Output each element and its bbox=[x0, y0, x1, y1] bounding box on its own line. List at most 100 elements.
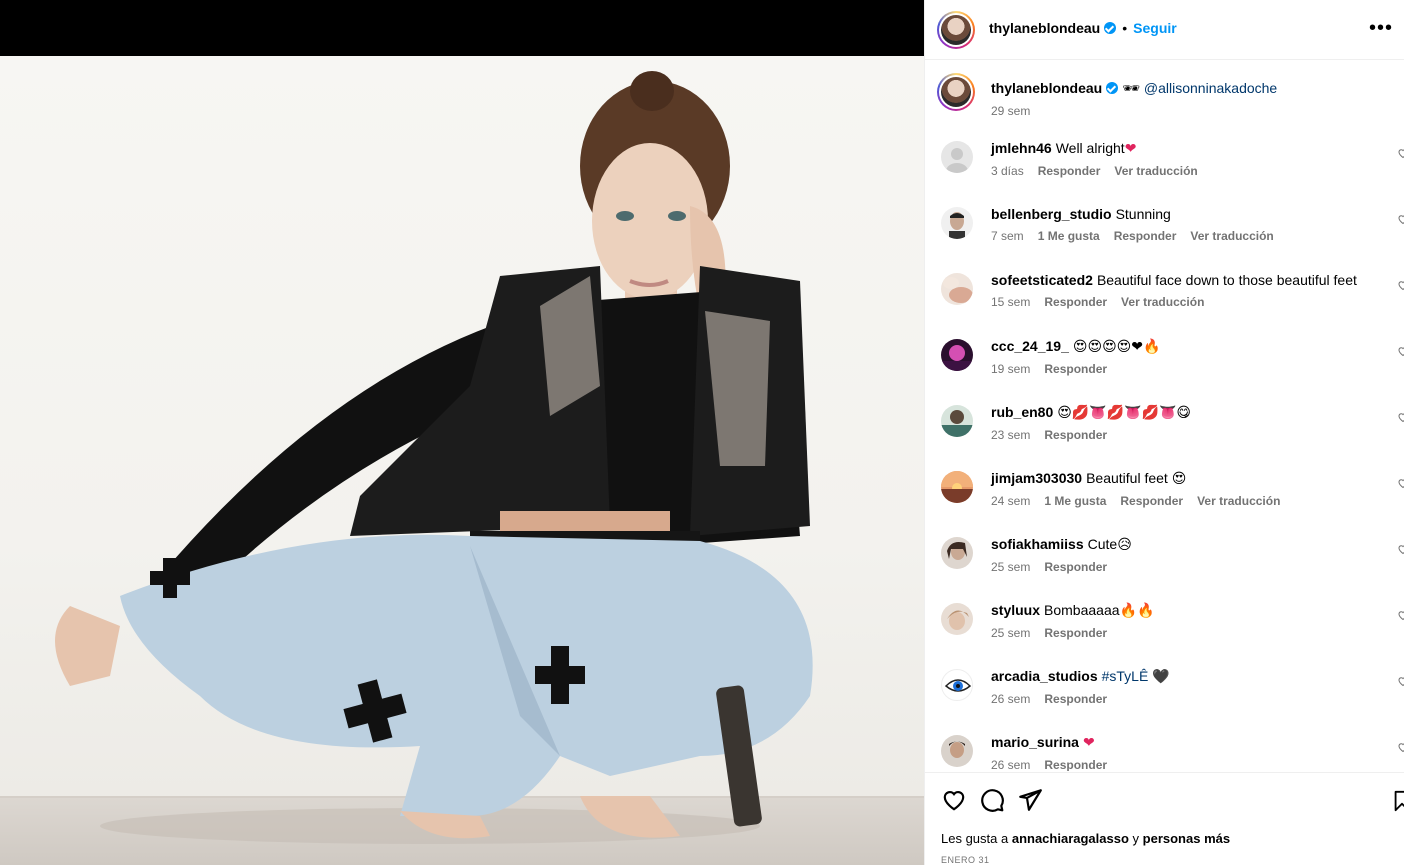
likes-user[interactable]: annachiaragalasso bbox=[1012, 831, 1129, 846]
comment-like-icon[interactable] bbox=[1397, 741, 1404, 753]
comment-emoji: 😥 bbox=[1117, 537, 1132, 553]
comment-emoji: ❤ bbox=[1124, 141, 1137, 157]
comment-username[interactable]: jimjam303030 bbox=[991, 470, 1082, 486]
comment-hashtag[interactable]: #sTyLÊ bbox=[1102, 668, 1149, 684]
caption-avatar[interactable] bbox=[937, 73, 975, 111]
comment-time[interactable]: 25 sem bbox=[991, 626, 1030, 640]
verified-badge-icon bbox=[1106, 82, 1119, 94]
comment-like-icon[interactable] bbox=[1397, 411, 1404, 423]
author-avatar[interactable] bbox=[937, 11, 975, 49]
reply-button[interactable]: Responder bbox=[1044, 560, 1107, 574]
post-photo[interactable] bbox=[0, 56, 924, 865]
comment-avatar[interactable] bbox=[941, 141, 973, 173]
separator-dot: • bbox=[1122, 20, 1128, 36]
comment-row: mario_surina ❤ 26 sem Responder bbox=[939, 733, 1404, 771]
comment-time[interactable]: 19 sem bbox=[991, 362, 1030, 376]
caption-time[interactable]: 29 sem bbox=[991, 104, 1030, 118]
comment-row: jmlehn46 Well alright❤ 3 días Responder Ver… bbox=[939, 139, 1404, 205]
comment-username[interactable]: bellenberg_studio bbox=[991, 206, 1112, 222]
save-bookmark-icon[interactable] bbox=[1391, 789, 1404, 813]
post-actions-footer: Les gusta a annachiaragalasso y personas… bbox=[925, 772, 1404, 865]
likes-summary: Les gusta a annachiaragalasso y personas… bbox=[941, 831, 1230, 846]
comment-emoji: 😍💋👅💋👅💋👅😋 bbox=[1057, 405, 1192, 421]
comment-row: arcadia_studios #sTyLÊ 🖤 26 sem Responder bbox=[939, 667, 1404, 733]
comment-avatar[interactable] bbox=[941, 603, 973, 635]
author-username[interactable]: thylaneblondeau bbox=[989, 20, 1100, 36]
post-date[interactable]: ENERO 31 bbox=[941, 855, 990, 865]
comment-avatar[interactable] bbox=[941, 207, 973, 239]
comment-emoji: ❤ bbox=[1082, 735, 1095, 751]
comment-like-icon[interactable] bbox=[1397, 345, 1404, 357]
reply-button[interactable]: Responder bbox=[1044, 626, 1107, 640]
comment-row: bellenberg_studio Stunning 7 sem 1 Me gust… bbox=[939, 205, 1404, 271]
comment-row: sofeetsticated2 Beautiful face down to th… bbox=[939, 271, 1404, 337]
comment-bubble-icon[interactable] bbox=[979, 787, 1005, 813]
comment-likes-count[interactable]: 1 Me gusta bbox=[1038, 229, 1100, 243]
translate-button[interactable]: Ver traducción bbox=[1190, 229, 1273, 243]
share-send-icon[interactable] bbox=[1017, 787, 1043, 813]
verified-badge-icon bbox=[1104, 22, 1117, 34]
comment-emoji: 🔥🔥 bbox=[1119, 603, 1155, 619]
comment-like-icon[interactable] bbox=[1397, 675, 1404, 687]
comment-time[interactable]: 24 sem bbox=[991, 494, 1030, 508]
comment-time[interactable]: 23 sem bbox=[991, 428, 1030, 442]
comment-time[interactable]: 3 días bbox=[991, 164, 1024, 178]
comment-like-icon[interactable] bbox=[1397, 543, 1404, 555]
comment-avatar[interactable] bbox=[941, 537, 973, 569]
action-bar bbox=[941, 787, 1055, 813]
like-heart-icon[interactable] bbox=[941, 787, 967, 813]
author-line: thylaneblondeau • Seguir bbox=[989, 20, 1177, 38]
comment-time[interactable]: 26 sem bbox=[991, 692, 1030, 706]
model-figure bbox=[55, 71, 813, 844]
more-options-icon[interactable]: ••• bbox=[1369, 18, 1393, 38]
comment-like-icon[interactable] bbox=[1397, 147, 1404, 159]
translate-button[interactable]: Ver traducción bbox=[1114, 164, 1197, 178]
caption-mention[interactable]: @allisonninakadoche bbox=[1144, 80, 1277, 96]
comment-username[interactable]: ccc_24_19_ bbox=[991, 338, 1069, 354]
translate-button[interactable]: Ver traducción bbox=[1197, 494, 1280, 508]
comment-avatar[interactable] bbox=[941, 669, 973, 701]
comment-username[interactable]: sofeetsticated2 bbox=[991, 272, 1093, 288]
likes-others[interactable]: personas más bbox=[1143, 831, 1230, 846]
reply-button[interactable]: Responder bbox=[1114, 229, 1177, 243]
reply-button[interactable]: Responder bbox=[1120, 494, 1183, 508]
reply-button[interactable]: Responder bbox=[1044, 295, 1107, 309]
sunglasses-emoji: 🕶 bbox=[1122, 81, 1141, 97]
comment-username[interactable]: sofiakhamiiss bbox=[991, 536, 1084, 552]
comment-avatar[interactable] bbox=[941, 273, 973, 305]
comment-time[interactable]: 7 sem bbox=[991, 229, 1024, 243]
comment-like-icon[interactable] bbox=[1397, 477, 1404, 489]
reply-button[interactable]: Responder bbox=[1044, 758, 1107, 771]
comment-username[interactable]: arcadia_studios bbox=[991, 668, 1098, 684]
comment-like-icon[interactable] bbox=[1397, 213, 1404, 225]
comment-like-icon[interactable] bbox=[1397, 609, 1404, 621]
reply-button[interactable]: Responder bbox=[1044, 362, 1107, 376]
comment-username[interactable]: styluux bbox=[991, 602, 1040, 618]
comment-username[interactable]: rub_en80 bbox=[991, 404, 1053, 420]
comment-like-icon[interactable] bbox=[1397, 279, 1404, 291]
caption-username[interactable]: thylaneblondeau bbox=[991, 80, 1102, 96]
post-media bbox=[0, 0, 924, 865]
comment-time[interactable]: 25 sem bbox=[991, 560, 1030, 574]
post-header: thylaneblondeau • Seguir ••• bbox=[925, 0, 1404, 60]
comment-avatar[interactable] bbox=[941, 339, 973, 371]
comment-avatar[interactable] bbox=[941, 735, 973, 767]
comment-row: styluux Bombaaaaa🔥🔥 25 sem Responder bbox=[939, 601, 1404, 667]
comment-time[interactable]: 26 sem bbox=[991, 758, 1030, 771]
follow-button[interactable]: Seguir bbox=[1133, 20, 1177, 36]
comment-time[interactable]: 15 sem bbox=[991, 295, 1030, 309]
comment-avatar[interactable] bbox=[941, 405, 973, 437]
translate-button[interactable]: Ver traducción bbox=[1121, 295, 1204, 309]
comment-username[interactable]: jmlehn46 bbox=[991, 140, 1052, 156]
comments-list[interactable]: thylaneblondeau 🕶 @allisonninakadoche 29 … bbox=[925, 61, 1404, 771]
comment-username[interactable]: mario_surina bbox=[991, 734, 1079, 750]
reply-button[interactable]: Responder bbox=[1044, 428, 1107, 442]
comment-text: Well alright bbox=[1055, 140, 1125, 156]
comment-text: Bombaaaaa bbox=[1044, 602, 1120, 618]
comment-row: ccc_24_19_ 😍😍😍😍❤🔥 19 sem Responder bbox=[939, 337, 1404, 403]
reply-button[interactable]: Responder bbox=[1038, 164, 1101, 178]
comment-avatar[interactable] bbox=[941, 471, 973, 503]
reply-button[interactable]: Responder bbox=[1044, 692, 1107, 706]
comment-likes-count[interactable]: 1 Me gusta bbox=[1044, 494, 1106, 508]
comment-emoji: 🖤 bbox=[1152, 669, 1170, 685]
